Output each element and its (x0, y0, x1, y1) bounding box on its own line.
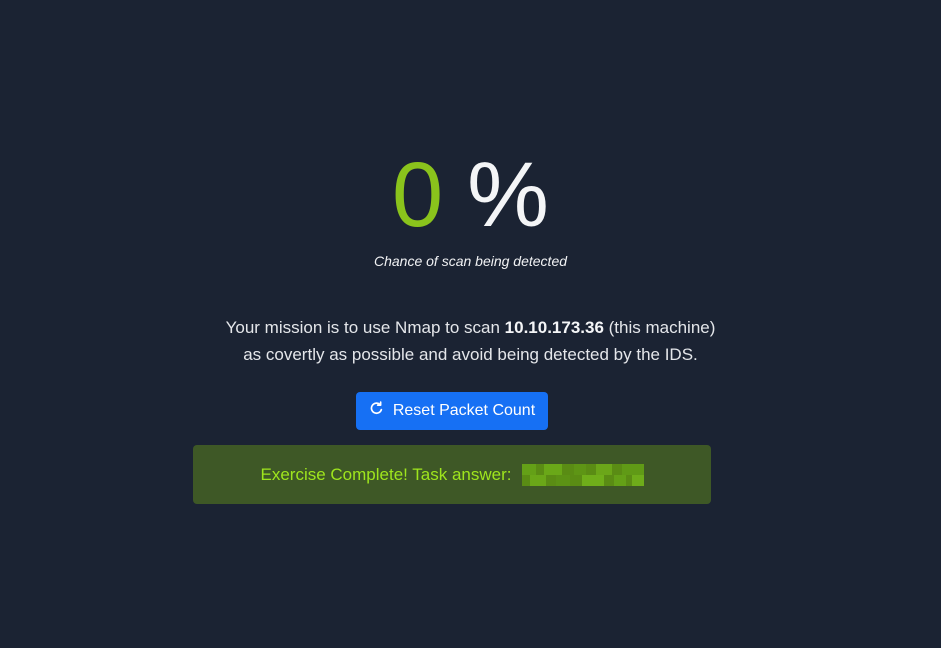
detection-percent-value: 0 (392, 144, 444, 246)
mission-suffix: (this machine) (603, 318, 716, 337)
exercise-complete-alert: Exercise Complete! Task answer: (193, 445, 711, 504)
percent-sign: % (467, 144, 549, 246)
ids-evasion-page: 0% Chance of scan being detected Your mi… (0, 0, 941, 648)
target-ip: 10.10.173.36 (504, 318, 604, 337)
mission-line-1: Your mission is to use Nmap to scan 10.1… (0, 314, 941, 341)
reset-button-label: Reset Packet Count (392, 402, 536, 419)
reset-packet-count-button[interactable]: Reset Packet Count (356, 392, 548, 430)
detection-percent: 0% (0, 140, 941, 250)
mission-prefix: Your mission is to use Nmap to scan (225, 318, 505, 337)
detection-caption: Chance of scan being detected (373, 253, 568, 269)
refresh-icon (369, 401, 384, 421)
alert-label: Exercise Complete! Task answer: (260, 464, 512, 484)
mission-line-2: as covertly as possible and avoid being … (243, 345, 698, 364)
mission-text: Your mission is to use Nmap to scan 10.1… (0, 314, 941, 368)
redacted-answer (521, 463, 644, 486)
